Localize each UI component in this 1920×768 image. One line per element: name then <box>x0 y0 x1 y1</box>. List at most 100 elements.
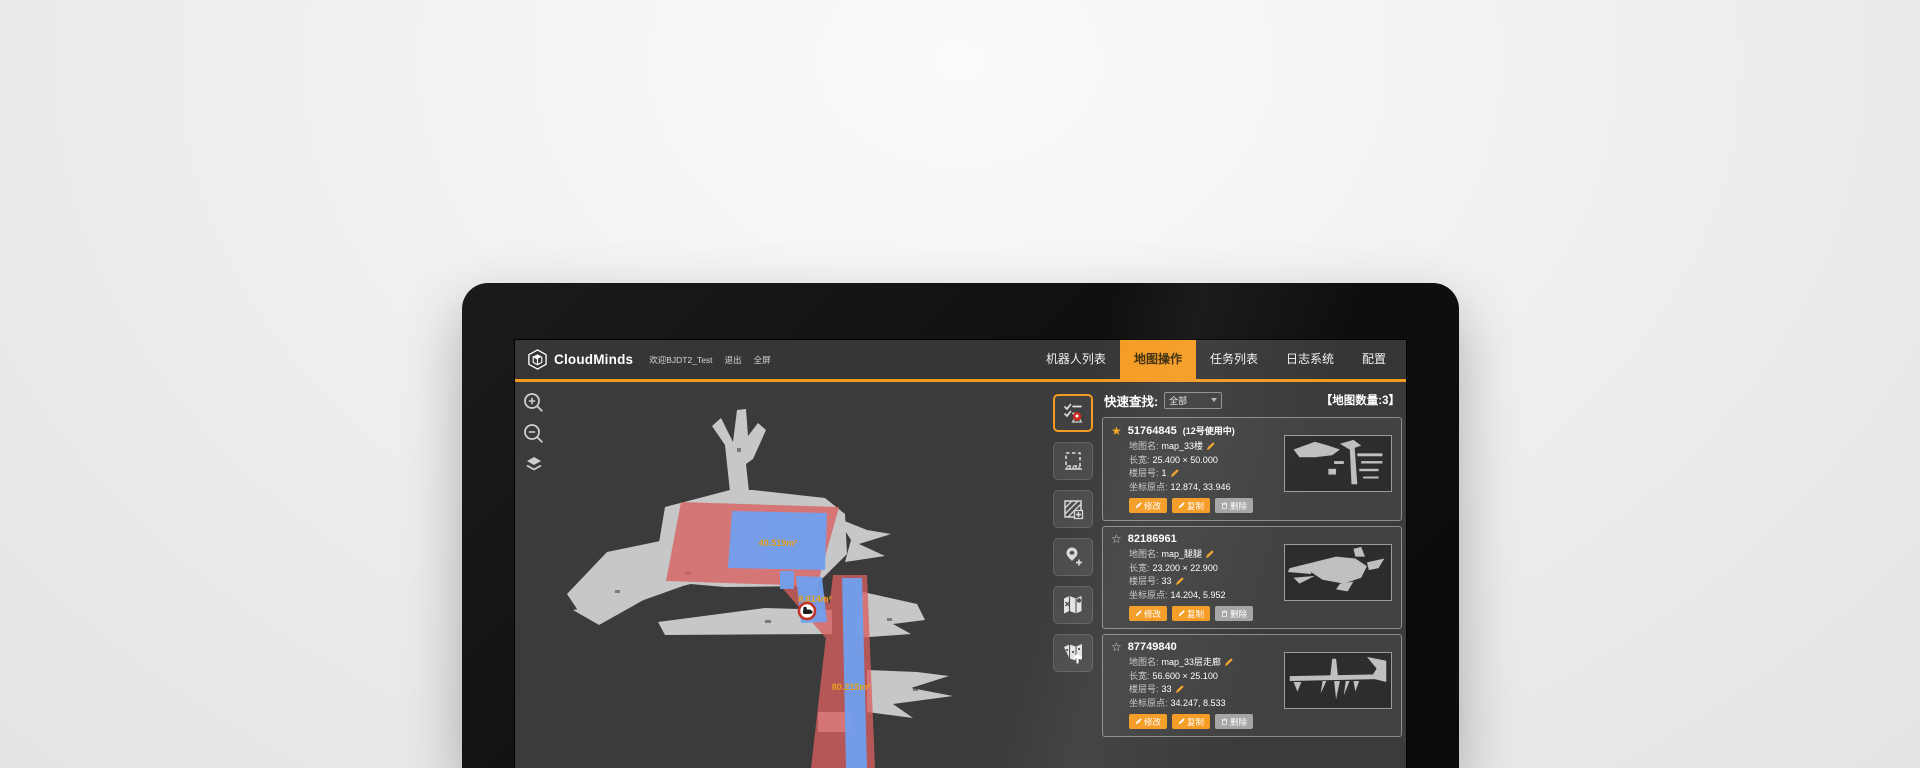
map-size-value: 25.400 × 50.000 <box>1153 454 1218 468</box>
delete-map-button[interactable]: 删除 <box>1215 714 1253 729</box>
welcome-text: 欢迎BJDT2_Test <box>649 354 712 366</box>
filter-selected-value: 全部 <box>1169 394 1211 407</box>
field-label: 坐标原点: <box>1129 697 1168 711</box>
star-icon[interactable]: ★ <box>1111 425 1122 437</box>
field-label: 长宽: <box>1129 670 1150 684</box>
field-label: 地图名: <box>1129 440 1159 454</box>
map-id: 82186961 <box>1128 533 1177 545</box>
logout-link[interactable]: 退出 <box>725 354 742 366</box>
tool-add-point[interactable] <box>1053 538 1093 576</box>
map-name-value: map_33层走廊 <box>1162 656 1222 670</box>
map-toolbar <box>1046 382 1100 768</box>
edit-pencil-icon[interactable] <box>1170 469 1179 478</box>
brand: CloudMinds <box>527 349 633 370</box>
field-label: 楼层号: <box>1129 683 1159 697</box>
field-label: 楼层号: <box>1129 467 1159 481</box>
filter-select[interactable]: 全部 <box>1164 392 1222 409</box>
trash-icon <box>1221 718 1228 725</box>
map-card: ☆ 82186961 地图名:map_腿腿 长宽:23.200 × 22.900… <box>1102 526 1402 629</box>
pencil-icon <box>1135 610 1142 617</box>
edit-pencil-icon[interactable] <box>1206 442 1215 451</box>
map-controls <box>522 391 546 477</box>
map-thumbnail[interactable] <box>1284 544 1392 601</box>
delete-map-button[interactable]: 删除 <box>1215 498 1253 513</box>
map-size-value: 23.200 × 22.900 <box>1153 562 1218 576</box>
tool-map-upload[interactable] <box>1053 634 1093 672</box>
map-floor-value: 33 <box>1162 683 1172 697</box>
field-label: 长宽: <box>1129 562 1150 576</box>
brand-name: CloudMinds <box>554 352 633 367</box>
zoom-in-button[interactable] <box>522 391 546 415</box>
map-thumbnail[interactable] <box>1284 435 1392 492</box>
field-label: 长宽: <box>1129 454 1150 468</box>
zoom-out-button[interactable] <box>522 422 546 446</box>
nav-item-task-list[interactable]: 任务列表 <box>1196 340 1272 379</box>
app-screen: CloudMinds 欢迎BJDT2_Test 退出 全屏 机器人列表 地图操作… <box>515 340 1406 768</box>
copy-map-button[interactable]: 复制 <box>1172 714 1210 729</box>
map-floor-value: 33 <box>1162 575 1172 589</box>
trash-icon <box>1221 502 1228 509</box>
star-icon[interactable]: ☆ <box>1111 533 1122 545</box>
map-size-value: 56.600 × 25.100 <box>1153 670 1218 684</box>
pencil-icon <box>1178 718 1185 725</box>
tool-map-marker[interactable] <box>1053 586 1093 624</box>
robot-marker[interactable] <box>799 603 815 619</box>
quick-search-label: 快速查找: <box>1104 391 1158 410</box>
edit-map-button[interactable]: 修改 <box>1129 714 1167 729</box>
edit-pencil-icon[interactable] <box>1175 685 1184 694</box>
pencil-icon <box>1178 502 1185 509</box>
tool-measure-area[interactable] <box>1053 442 1093 480</box>
edit-pencil-icon[interactable] <box>1205 550 1214 559</box>
pencil-icon <box>1135 718 1142 725</box>
copy-map-button[interactable]: 复制 <box>1172 606 1210 621</box>
field-label: 坐标原点: <box>1129 589 1168 603</box>
field-label: 地图名: <box>1129 548 1159 562</box>
chevron-down-icon <box>1211 398 1217 402</box>
cloudminds-logo-icon <box>527 349 548 370</box>
session-bar: 欢迎BJDT2_Test 退出 全屏 <box>649 354 770 366</box>
star-icon[interactable]: ☆ <box>1111 641 1122 653</box>
layers-button[interactable] <box>522 453 546 477</box>
laptop-mockup: CloudMinds 欢迎BJDT2_Test 退出 全屏 机器人列表 地图操作… <box>462 283 1459 768</box>
trash-icon <box>1221 610 1228 617</box>
map-name-value: map_腿腿 <box>1162 548 1203 562</box>
pencil-icon <box>1178 610 1185 617</box>
map-card: ☆ 87749840 地图名:map_33层走廊 长宽:56.600 × 25.… <box>1102 634 1402 737</box>
field-label: 地图名: <box>1129 656 1159 670</box>
edit-map-button[interactable]: 修改 <box>1129 606 1167 621</box>
map-count-label: 【地图数量:3】 <box>1321 392 1400 408</box>
map-id: 51764845 <box>1128 425 1177 437</box>
nav-item-config[interactable]: 配置 <box>1348 340 1400 379</box>
nav-item-map-ops[interactable]: 地图操作 <box>1120 340 1196 379</box>
tool-task-point-list[interactable] <box>1053 394 1093 432</box>
nav-menu: 机器人列表 地图操作 任务列表 日志系统 配置 <box>1032 340 1400 379</box>
area-label-large: 40.519m² <box>759 538 798 548</box>
field-label: 楼层号: <box>1129 575 1159 589</box>
edit-pencil-icon[interactable] <box>1175 577 1184 586</box>
top-navbar: CloudMinds 欢迎BJDT2_Test 退出 全屏 机器人列表 地图操作… <box>515 340 1406 382</box>
edit-pencil-icon[interactable] <box>1224 658 1233 667</box>
map-thumbnail[interactable] <box>1284 652 1392 709</box>
copy-map-button[interactable]: 复制 <box>1172 498 1210 513</box>
area-small[interactable] <box>780 571 794 589</box>
field-label: 坐标原点: <box>1129 481 1168 495</box>
map-card: ★ 51764845 (12号使用中) 地图名:map_33楼 长宽:25.40… <box>1102 417 1402 521</box>
map-origin-value: 12.874, 33.946 <box>1171 481 1231 495</box>
map-name-value: map_33楼 <box>1162 440 1204 454</box>
map-in-use-label: (12号使用中) <box>1183 424 1235 437</box>
map-origin-value: 14.204, 5.952 <box>1171 589 1226 603</box>
area-label-corridor: 80.215m² <box>832 682 871 692</box>
map-id: 87749840 <box>1128 641 1177 653</box>
delete-map-button[interactable]: 删除 <box>1215 606 1253 621</box>
pencil-icon <box>1135 502 1142 509</box>
fullscreen-link[interactable]: 全屏 <box>754 354 771 366</box>
nav-item-log-system[interactable]: 日志系统 <box>1272 340 1348 379</box>
edit-map-button[interactable]: 修改 <box>1129 498 1167 513</box>
map-origin-value: 34.247, 8.533 <box>1171 697 1226 711</box>
nav-item-robot-list[interactable]: 机器人列表 <box>1032 340 1120 379</box>
map-canvas[interactable]: 40.519m² 8.614m² 80.215m² <box>515 382 1046 768</box>
map-list-panel: 快速查找: 全部 【地图数量:3】 ★ 51764845 (12号使用中) <box>1100 382 1406 768</box>
map-floor-value: 1 <box>1162 467 1167 481</box>
map-area: 40.519m² 8.614m² 80.215m² <box>515 382 1046 768</box>
tool-virtual-wall-add[interactable] <box>1053 490 1093 528</box>
